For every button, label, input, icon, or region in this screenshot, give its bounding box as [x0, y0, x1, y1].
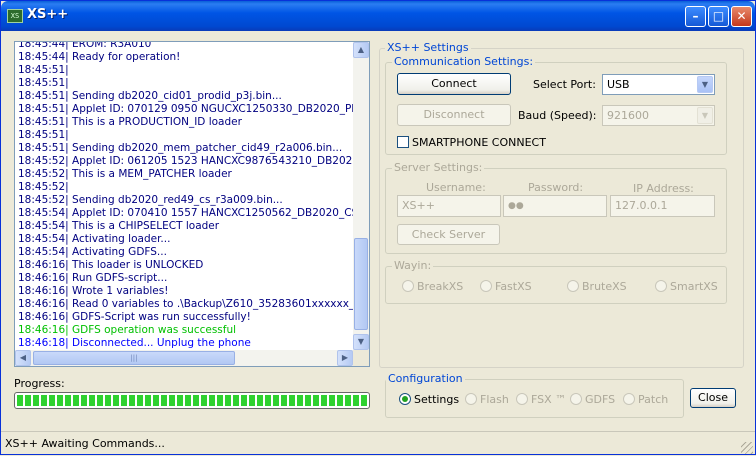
- wayin-radio-fastxs[interactable]: [480, 280, 492, 292]
- config-radio-patch[interactable]: [623, 393, 635, 405]
- config-label: GDFS: [585, 393, 616, 406]
- log-line: 18:45:51|: [18, 64, 69, 76]
- baud-select[interactable]: 921600 ▼: [602, 105, 715, 126]
- log-line: 18:45:51|: [18, 77, 69, 89]
- log-line: 18:45:52| Sending db2020_red49_cs_r3a009…: [18, 194, 283, 206]
- smartphone-label: SMARTPHONE CONNECT: [412, 136, 546, 149]
- status-text: XS++ Awaiting Commands...: [5, 437, 165, 450]
- log-line: 18:46:16| Run GDFS-script...: [18, 272, 168, 284]
- server-title: Server Settings:: [392, 161, 485, 174]
- log-line: 18:45:51| Sending db2020_cid01_prodid_p3…: [18, 90, 282, 102]
- log-line: 18:46:16| This loader is UNLOCKED: [18, 259, 204, 271]
- baud-label: Baud (Speed):: [518, 109, 597, 122]
- wayin-label: BruteXS: [582, 280, 627, 293]
- log-line: 18:45:52|: [18, 181, 69, 193]
- scroll-left-icon[interactable]: ◀: [15, 350, 31, 366]
- log-lines: 18:45:44| EROM: R3A010 18:45:44| Ready fo…: [18, 41, 353, 350]
- settings-group-title: XS++ Settings: [385, 41, 471, 54]
- log-line: 18:45:44| EROM: R3A010: [18, 41, 152, 50]
- scroll-up-icon[interactable]: ▲: [353, 42, 369, 58]
- chevron-down-icon[interactable]: ▼: [697, 76, 713, 93]
- config-label: Flash: [480, 393, 509, 406]
- log-line: 18:46:16| GDFS operation was successful: [18, 324, 237, 336]
- wayin-radio-brutexs[interactable]: [567, 280, 579, 292]
- scroll-right-icon[interactable]: ▶: [337, 350, 353, 366]
- wayin-label: FastXS: [495, 280, 532, 293]
- close-button[interactable]: Close: [690, 388, 736, 408]
- progress-fill: [17, 395, 367, 406]
- wayin-label: BreakXS: [417, 280, 464, 293]
- config-radio-settings[interactable]: [399, 393, 411, 405]
- progress-bar: [14, 392, 370, 409]
- select-port-label: Select Port:: [533, 78, 596, 91]
- wayin-radio-breakxs[interactable]: [402, 280, 414, 292]
- log-line: 18:45:54| Activating GDFS...: [18, 246, 167, 258]
- log-line: 18:45:54| This is a CHIPSELECT loader: [18, 220, 220, 232]
- log-line: 18:46:16| GDFS-Script was run successful…: [18, 311, 251, 323]
- config-radio-fsx[interactable]: [516, 393, 528, 405]
- main-window: XS XS++ – □ ✕ 18:45:44| EROM: R3A010 18:4…: [0, 0, 756, 455]
- log-line: 18:45:54| Activating loader...: [18, 233, 171, 245]
- port-select[interactable]: USB ▼: [602, 74, 715, 95]
- username-label: Username:: [426, 181, 486, 194]
- log-line: 18:45:52| This is a MEM_PATCHER loader: [18, 168, 232, 180]
- status-bar: XS++ Awaiting Commands...: [1, 431, 755, 456]
- log-line: 18:46:18| Disconnected... Unplug the pho…: [18, 337, 251, 349]
- wayin-radio-smartxs[interactable]: [655, 280, 667, 292]
- scroll-thumb-horizontal[interactable]: |||: [33, 351, 235, 365]
- log-line: 18:45:51| Applet ID: 070129 0950 NGUCXC1…: [18, 103, 353, 115]
- configuration-title: Configuration: [386, 372, 465, 385]
- check-server-button[interactable]: Check Server: [397, 224, 500, 245]
- ip-label: IP Address:: [633, 182, 694, 195]
- progress-label: Progress:: [14, 377, 65, 390]
- close-icon[interactable]: ✕: [731, 6, 752, 27]
- chevron-down-icon[interactable]: ▼: [697, 107, 713, 124]
- wayin-label: SmartXS: [670, 280, 718, 293]
- baud-value: 921600: [607, 109, 649, 122]
- window-title: XS++: [27, 7, 69, 22]
- minimize-icon[interactable]: –: [685, 6, 706, 27]
- port-value: USB: [607, 78, 630, 91]
- log-panel[interactable]: 18:45:44| EROM: R3A010 18:45:44| Ready fo…: [14, 41, 370, 367]
- communication-title: Communication Settings:: [392, 55, 536, 68]
- log-line: 18:46:16| Wrote 1 variables!: [18, 285, 169, 297]
- scroll-thumb[interactable]: [354, 238, 368, 330]
- maximize-icon[interactable]: □: [708, 6, 729, 27]
- connect-button[interactable]: Connect: [397, 73, 511, 95]
- resize-grip-icon[interactable]: [741, 442, 753, 454]
- disconnect-button[interactable]: Disconnect: [397, 104, 511, 126]
- password-field[interactable]: ●●: [503, 195, 607, 217]
- password-label: Password:: [528, 181, 584, 194]
- title-bar[interactable]: XS XS++ – □ ✕: [1, 1, 755, 31]
- log-line: 18:45:51| Sending db2020_mem_patcher_cid…: [18, 142, 343, 154]
- log-line: 18:45:52| Applet ID: 061205 1523 HANCXC9…: [18, 155, 353, 167]
- log-line: 18:45:44| Ready for operation!: [18, 51, 181, 63]
- log-horizontal-scrollbar[interactable]: ◀ ||| ▶: [15, 350, 353, 366]
- ip-field[interactable]: 127.0.0.1: [610, 195, 715, 217]
- scroll-corner: [353, 350, 369, 366]
- config-radio-flash[interactable]: [465, 393, 477, 405]
- log-vertical-scrollbar[interactable]: ▲ ▼: [353, 42, 369, 350]
- config-label: Settings: [414, 393, 460, 406]
- scroll-down-icon[interactable]: ▼: [353, 334, 369, 350]
- username-field[interactable]: XS++: [397, 195, 501, 217]
- log-line: 18:45:51| This is a PRODUCTION_ID loader: [18, 116, 242, 128]
- smartphone-checkbox[interactable]: [397, 136, 409, 148]
- log-line: 18:46:16| Read 0 variables to .\Backup\Z…: [18, 298, 353, 310]
- config-label: Patch: [638, 393, 669, 406]
- config-radio-gdfs[interactable]: [570, 393, 582, 405]
- config-label: FSX ™: [531, 393, 567, 406]
- log-line: 18:45:54| Applet ID: 070410 1557 HANCXC1…: [18, 207, 353, 219]
- log-line: 18:45:51|: [18, 129, 69, 141]
- wayin-title: Wayin:: [392, 259, 434, 272]
- app-icon: XS: [7, 9, 23, 23]
